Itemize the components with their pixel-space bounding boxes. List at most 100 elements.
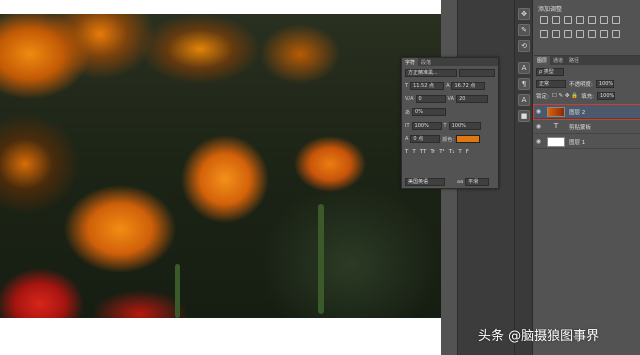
lock-icons[interactable]: ☐ ✎ ✥ 🔒 xyxy=(552,93,578,99)
tracking-icon: VA xyxy=(447,96,455,102)
subscript-button[interactable]: T₁ xyxy=(449,149,455,155)
character-panel: 字符 段落 方正精准黑... T 11.52 点 A 16.72 点 V/A 0… xyxy=(401,57,499,189)
vibrance-icon[interactable] xyxy=(588,16,596,24)
lock-label: 锁定: xyxy=(536,93,549,100)
layer-row[interactable]: ◉ 图层 2 xyxy=(533,104,640,120)
faux-italic-button[interactable]: T xyxy=(412,149,415,155)
tab-paths[interactable]: 路径 xyxy=(566,56,582,65)
shape-tool-icon[interactable]: ■ xyxy=(518,110,530,122)
bw-icon[interactable] xyxy=(540,30,548,38)
font-family-select[interactable]: 方正精准黑... xyxy=(405,69,457,77)
font-size-input[interactable]: 11.52 点 xyxy=(410,82,445,90)
tracking-input[interactable]: 20 xyxy=(456,95,489,103)
leading-input[interactable]: 16.72 点 xyxy=(451,82,486,90)
flower-stem xyxy=(318,204,324,314)
filter-row: ρ 类型 xyxy=(536,67,564,76)
baseline-row: A 0 点 颜色: xyxy=(405,135,481,143)
channel-mixer-icon[interactable] xyxy=(564,30,572,38)
marigold-photo xyxy=(0,14,441,318)
layers-tabs: 图层 通道 路径 xyxy=(534,56,640,65)
photo-filter-icon[interactable] xyxy=(552,30,560,38)
faux-bold-button[interactable]: T xyxy=(405,149,408,155)
layer-name: 剪贴蒙板 xyxy=(569,124,592,131)
text-color-swatch[interactable] xyxy=(456,135,481,143)
tools-column: ✥ ✎ ⟲ A ¶ A ■ xyxy=(515,0,533,355)
horizontal-scale-icon: T xyxy=(443,123,447,129)
character-tabs: 字符 段落 xyxy=(402,58,498,66)
font-row: 方正精准黑... xyxy=(405,69,495,77)
language-row: 美国英语 aa 平滑 xyxy=(405,178,490,186)
all-caps-button[interactable]: TT xyxy=(420,149,427,155)
layer-thumbnail xyxy=(547,106,565,117)
document-canvas[interactable] xyxy=(0,14,441,318)
small-caps-button[interactable]: Tr xyxy=(430,149,435,155)
layer-row[interactable]: ◉ 图层 1 xyxy=(534,135,640,149)
adjustment-icons-row xyxy=(540,16,620,24)
font-size-icon: T xyxy=(405,83,409,89)
history-tool-icon[interactable]: ⟲ xyxy=(518,40,530,52)
strikethrough-button[interactable]: F xyxy=(466,149,469,155)
layer-name: 图层 2 xyxy=(569,109,586,116)
fill-input[interactable]: 100% xyxy=(596,91,615,100)
character-panel-icon[interactable]: A xyxy=(518,94,530,106)
adjustments-panel: 添加调整 xyxy=(534,0,640,56)
tab-character[interactable]: 字符 xyxy=(402,58,419,66)
paragraph-tool-icon[interactable]: ¶ xyxy=(518,78,530,90)
adjustment-icons-row xyxy=(540,30,620,38)
kerning-icon: V/A xyxy=(405,96,414,102)
type-tool-icon[interactable]: A xyxy=(518,62,530,74)
layers-panel: 图层 通道 路径 ρ 类型 正常 不透明度: 100% 锁定: ☐ ✎ ✥ 🔒 … xyxy=(533,56,640,355)
opacity-input[interactable]: 100% xyxy=(595,79,614,88)
visibility-eye-icon[interactable]: ◉ xyxy=(534,108,543,115)
blend-mode-select[interactable]: 正常 xyxy=(536,79,566,88)
tab-channels[interactable]: 通道 xyxy=(550,56,566,65)
tsume-input[interactable]: 0% xyxy=(412,108,447,116)
watermark: 头条 @脑摄狼图事界 xyxy=(478,329,600,344)
visibility-eye-icon[interactable]: ◉ xyxy=(534,138,543,145)
invert-icon[interactable] xyxy=(588,30,596,38)
blend-row: 正常 不透明度: 100% xyxy=(536,79,614,88)
antialias-select[interactable]: 平滑 xyxy=(465,178,490,186)
vertical-scale-icon: IT xyxy=(405,123,410,129)
scale-row-2: IT 100% T 100% xyxy=(405,122,481,130)
underline-button[interactable]: T xyxy=(458,149,461,155)
antialias-icon: aa xyxy=(457,179,464,185)
lookup-icon[interactable] xyxy=(576,30,584,38)
color-label: 颜色: xyxy=(442,136,455,143)
color-balance-icon[interactable] xyxy=(612,16,620,24)
threshold-icon[interactable] xyxy=(612,30,620,38)
size-row: T 11.52 点 A 16.72 点 xyxy=(405,82,486,90)
adjustments-title: 添加调整 xyxy=(538,6,563,13)
brush-tool-icon[interactable]: ✎ xyxy=(518,24,530,36)
baseline-shift-input[interactable]: 0 点 xyxy=(410,135,441,143)
kind-filter[interactable]: ρ 类型 xyxy=(536,67,564,76)
kerning-row: V/A 0 VA 20 xyxy=(405,95,489,103)
language-select[interactable]: 美国英语 xyxy=(405,178,445,186)
tab-paragraph[interactable]: 段落 xyxy=(418,58,434,66)
hue-icon[interactable] xyxy=(600,16,608,24)
brightness-icon[interactable] xyxy=(540,16,548,24)
text-layer-icon: T xyxy=(553,121,559,130)
fill-label: 填充: xyxy=(581,93,594,100)
posterize-icon[interactable] xyxy=(600,30,608,38)
opacity-label: 不透明度: xyxy=(569,81,593,88)
lock-row: 锁定: ☐ ✎ ✥ 🔒 填充: 100% xyxy=(536,91,615,100)
kerning-input[interactable]: 0 xyxy=(415,95,446,103)
glyph-buttons: T T TT Tr T¹ T₁ T F xyxy=(405,149,469,155)
layer-row[interactable]: ◉ T 剪贴蒙板 xyxy=(534,120,640,134)
horizontal-scale-input[interactable]: 100% xyxy=(448,122,481,130)
screenshot-root: ✥ ✎ ⟲ A ¶ A ■ 添加调整 图层 通道 路径 ρ 类型 正常 不透明度… xyxy=(0,0,640,355)
superscript-button[interactable]: T¹ xyxy=(439,149,445,155)
levels-icon[interactable] xyxy=(552,16,560,24)
curves-icon[interactable] xyxy=(564,16,572,24)
tab-layers[interactable]: 图层 xyxy=(534,56,551,65)
layer-name: 图层 1 xyxy=(569,139,586,146)
visibility-eye-icon[interactable]: ◉ xyxy=(534,123,543,130)
vertical-scale-input[interactable]: 100% xyxy=(411,122,442,130)
exposure-icon[interactable] xyxy=(576,16,584,24)
font-style-select[interactable] xyxy=(459,69,495,77)
move-tool-icon[interactable]: ✥ xyxy=(518,8,530,20)
tsume-icon: あ xyxy=(405,109,411,116)
scale-row: あ 0% xyxy=(405,108,447,116)
baseline-shift-icon: A xyxy=(405,136,409,142)
